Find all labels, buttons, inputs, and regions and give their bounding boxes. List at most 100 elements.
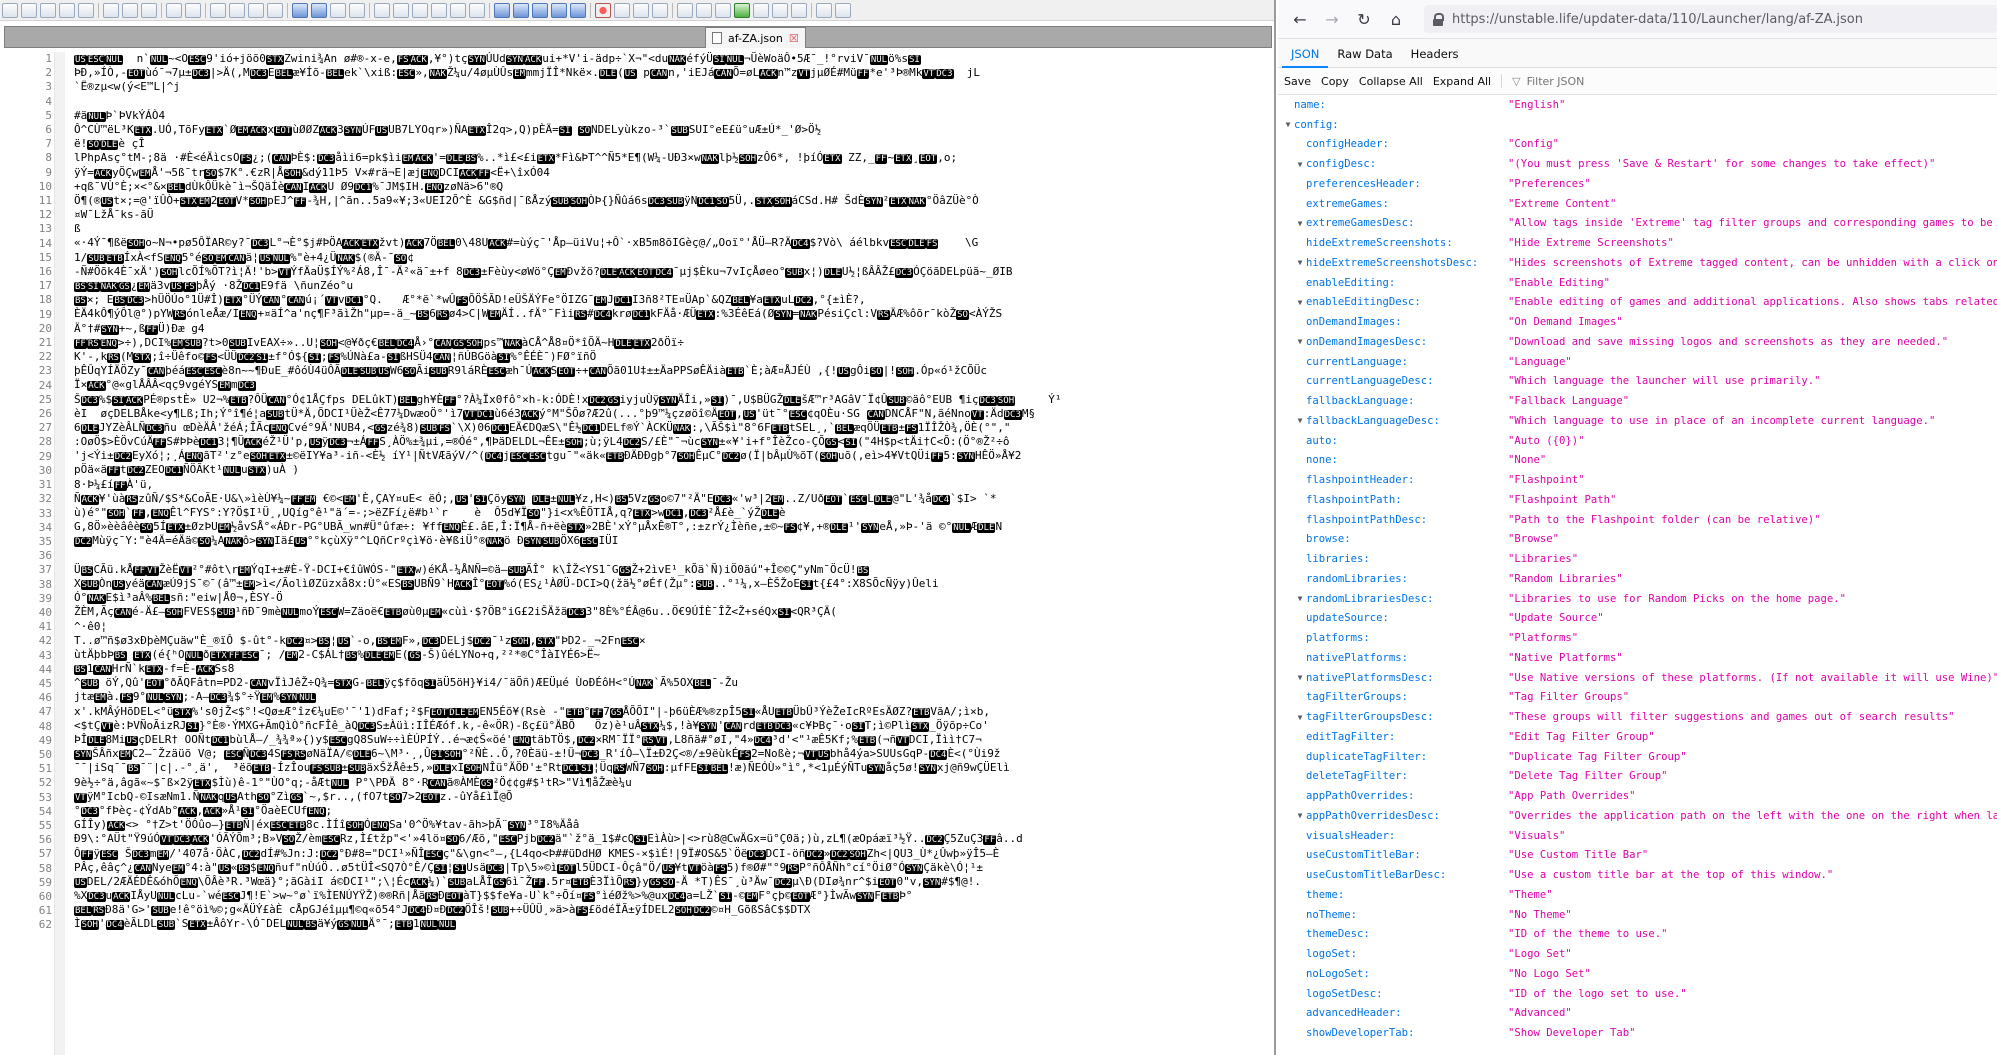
lock-icon[interactable] bbox=[1432, 13, 1444, 26]
home-icon[interactable]: ⌂ bbox=[1386, 10, 1406, 29]
toolbar-button-icon[interactable] bbox=[715, 2, 731, 18]
json-row[interactable]: onDemandImages: "On Demand Images" bbox=[1278, 312, 1997, 332]
code-line[interactable]: Ï×ACK°@«glÅÂÂ<qç9vgéYSEMmDC3 bbox=[74, 378, 1274, 392]
code-line[interactable]: #äNULÞ`ÞVkÝÁÒ4 bbox=[74, 109, 1274, 123]
code-line[interactable]: `Ë®zµ<w(ý<E™L|^j bbox=[74, 80, 1274, 94]
code-line[interactable]: þÊÛqYÍÄÖZy¯CANþéáESC ESCè8n~~¶ÐuE_#ôóÙ4üÔ… bbox=[74, 364, 1274, 378]
file-content[interactable]: US ESC NUL n`NUL~<OESC9'ió+jöõ0STXZwini¾An… bbox=[74, 52, 1274, 932]
code-line[interactable]: US ESC NUL n`NUL~<OESC9'ió+jöõ0STXZwini¾An… bbox=[74, 52, 1274, 66]
code-line[interactable]: <$tÇVTè:ÞVÑoÃizRJSI}°È®·ÝMXG+ÃmQìÒ°ñcFÎê… bbox=[74, 719, 1274, 733]
code-line[interactable]: Ð9\:°AÜt"Ÿ9úÓVT DC3 ACK'ÓÃÝÕm³;B»VSOŽ/èmES… bbox=[74, 832, 1274, 846]
code-line[interactable]: pÖä«äFFtDC2ZEODC1ÑÖÃKt¹NULuSTX)uÀ ) bbox=[74, 463, 1274, 477]
code-line[interactable]: T..ø™ñ$ø3xÐþèMÇuäw"È_®ïÔ $-ût°-kDC2¤>BS¦… bbox=[74, 634, 1274, 648]
code-area[interactable]: 1 2 3 4 5 6 7 8 9 10 11 12 13 14 15 16 17 18 19 20 21 22 23 24 2… bbox=[0, 52, 1274, 1055]
json-row[interactable]: enableEditing: "Enable Editing" bbox=[1278, 273, 1997, 293]
expand-arrow-icon[interactable]: ▼ bbox=[1294, 337, 1306, 346]
toolbar-button-icon[interactable] bbox=[753, 2, 769, 18]
json-row[interactable]: visualsHeader: "Visuals" bbox=[1278, 826, 1997, 846]
json-row[interactable]: ▼ nativePlatformsDesc: "Use Native version… bbox=[1278, 668, 1997, 688]
toolbar-button-icon[interactable] bbox=[122, 2, 138, 18]
toolbar-button-icon[interactable] bbox=[734, 2, 750, 18]
json-row[interactable]: nativePlatforms: "Native Platforms" bbox=[1278, 648, 1997, 668]
json-row[interactable]: appPathOverrides: "App Path Overrides" bbox=[1278, 786, 1997, 806]
code-line[interactable]: ÌSOH'DC4èÃLDLSUB`SETX±ÂôYr-\Ó¯DELNUL BSä¥… bbox=[74, 917, 1274, 931]
toolbar-button-icon[interactable] bbox=[532, 2, 548, 18]
expand-arrow-icon[interactable]: ▼ bbox=[1294, 219, 1306, 228]
code-line[interactable]: ÿÝ=ACKyÖÇwEMÅ'¬5ß¯trSO$7K°.€zR|ÅSOH&dý11… bbox=[74, 166, 1274, 180]
copy-button[interactable]: Copy bbox=[1321, 75, 1349, 88]
code-line[interactable]: K'-,kRS(MSTX;î÷Üêfo©FS<ÜÜDC2 SI±f°Ó${SI;F… bbox=[74, 350, 1274, 364]
json-row[interactable]: ▼ fallbackLanguageDesc: "Which language to… bbox=[1278, 411, 1997, 431]
filter-box[interactable]: ▽ bbox=[1512, 73, 1709, 89]
toolbar-button-icon[interactable] bbox=[393, 2, 409, 18]
json-row[interactable]: ▼ appPathOverridesDesc: "Overrides the app… bbox=[1278, 806, 1997, 826]
json-row[interactable]: fallbackLanguage: "Fallback Language" bbox=[1278, 391, 1997, 411]
toolbar-button-icon[interactable] bbox=[816, 2, 832, 18]
json-row[interactable]: flashpointPathDesc: "Path to the Flashpoi… bbox=[1278, 510, 1997, 530]
code-line[interactable]: -Ñ#Öõk4È¯xÄ')SOHlcÕÍ%ÕT?ì¦Ä!'b>VTÝfÄaÜ$Í… bbox=[74, 265, 1274, 279]
tab-headers[interactable]: Headers bbox=[1402, 47, 1468, 67]
code-line[interactable]: ¯¯|iSq¯¯BS¯¨|c|.-°¸ä', ³ëõETB-ÍzÎouFS SUB… bbox=[74, 761, 1274, 775]
json-row[interactable]: ▼ hideExtremeScreenshotsDesc: "Hides scree… bbox=[1278, 253, 1997, 273]
toolbar-button-icon[interactable] bbox=[633, 2, 649, 18]
code-line[interactable]: ÑACK¥'ùàRSzûÑ/$S*&CoÃE·U&\»ìèÙ¥¼~FF EM €©… bbox=[74, 492, 1274, 506]
code-line[interactable]: ¤W¯LžÅ¯ks-ãÜ bbox=[74, 208, 1274, 222]
json-row[interactable]: none: "None" bbox=[1278, 451, 1997, 471]
json-row[interactable]: duplicateTagFilter: "Duplicate Tag Filter… bbox=[1278, 747, 1997, 767]
code-line[interactable]: %XDC3uACKIÅyUNULcLu-`wéESCJ¶!E`>w~°ø`ï%Ì… bbox=[74, 889, 1274, 903]
toolbar-button-icon[interactable] bbox=[791, 2, 807, 18]
code-line[interactable]: x'.kMÂýHõDEL<°üSTX%'s0jŽ<$°!<Qø±Æ°îz€¼uE… bbox=[74, 705, 1274, 719]
code-line[interactable]: ^SUB öÝ,Qû'EOT°ðÃQFâtn=PD2-CANvÏìJêŽ÷Q¾=… bbox=[74, 676, 1274, 690]
code-line[interactable]: 1/SUB ETBÍxÀ<fSENQ5°éSO EM CANä¦US NUL%"è+4¿… bbox=[74, 251, 1274, 265]
toolbar-button-icon[interactable] bbox=[78, 2, 94, 18]
json-row[interactable]: ▼ onDemandImagesDesc: "Download and save m… bbox=[1278, 332, 1997, 352]
toolbar-button-icon[interactable] bbox=[652, 2, 668, 18]
json-row[interactable]: ▼ tagFilterGroupsDesc: "These groups will … bbox=[1278, 707, 1997, 727]
json-row[interactable]: logoSet: "Logo Set" bbox=[1278, 944, 1997, 964]
toolbar-button-icon[interactable] bbox=[696, 2, 712, 18]
code-line[interactable]: Ö¶(®USt×;=@'ïÛÒ+STX EM2EOTV*SOHpEJ^FF-¾H,… bbox=[74, 194, 1274, 208]
json-row[interactable]: currentLanguageDesc: "Which language the … bbox=[1278, 372, 1997, 392]
toolbar-button-icon[interactable] bbox=[431, 2, 447, 18]
tab-json[interactable]: JSON bbox=[1282, 47, 1329, 68]
json-row[interactable]: showDeveloperTab: "Show Developer Tab" bbox=[1278, 1023, 1997, 1043]
json-row[interactable]: auto: "Auto ({0})" bbox=[1278, 431, 1997, 451]
url-text[interactable]: https://unstable.life/updater-data/110/L… bbox=[1452, 12, 1863, 27]
json-row[interactable]: randomLibraries: "Random Libraries" bbox=[1278, 569, 1997, 589]
json-row[interactable]: useCustomTitleBarDesc: "Use a custom titl… bbox=[1278, 865, 1997, 885]
toolbar-button-icon[interactable] bbox=[248, 2, 264, 18]
code-line[interactable]: 'j<Ýi±DC2EyXó¦;¸ÁENQãT²'z°eSOH ETX±©ëIY¥a… bbox=[74, 449, 1274, 463]
toolbar-button-icon[interactable] bbox=[677, 2, 693, 18]
code-line[interactable]: BS×; EBS DC3>hÜÖÚo°1Ü#Î)ETX°ÜÝCAN°CANú¡´V… bbox=[74, 293, 1274, 307]
toolbar-button-icon[interactable] bbox=[229, 2, 245, 18]
code-line[interactable]: 9è½÷°ä,âgã«~$¯ß×2ÿETX$Ìù)ê-1°"ÙO°q;-åÆtN… bbox=[74, 776, 1274, 790]
json-row[interactable]: extremeGames: "Extreme Content" bbox=[1278, 194, 1997, 214]
json-row[interactable]: libraries: "Libraries" bbox=[1278, 549, 1997, 569]
toolbar-button-icon[interactable] bbox=[595, 2, 611, 18]
json-row[interactable]: advancedHeader: "Advanced" bbox=[1278, 1004, 1997, 1024]
expand-arrow-icon[interactable]: ▼ bbox=[1294, 594, 1306, 603]
json-row[interactable]: noTheme: "No Theme" bbox=[1278, 905, 1997, 925]
toolbar-button-icon[interactable] bbox=[40, 2, 56, 18]
code-line[interactable]: SYNŠÂñxEMC2—¯Žzäüõ V@; ESCÑDC34SFS RSøNäÏ… bbox=[74, 747, 1274, 761]
code-line[interactable]: ù)é°"SOH`FF,ENQÊl^FYS°:Y?Ö$I¹Ü¸,UQíg°ê¹"… bbox=[74, 506, 1274, 520]
toolbar-button-icon[interactable] bbox=[513, 2, 529, 18]
json-row[interactable]: currentLanguage: "Language" bbox=[1278, 352, 1997, 372]
code-line[interactable]: USDEL/2ÆÄÉDÊ&óhÕENQ\ÕÂè³R.³Wœä}°;ãGàiI á… bbox=[74, 875, 1274, 889]
filter-json-input[interactable] bbox=[1524, 73, 1709, 89]
expand-arrow-icon[interactable]: ▼ bbox=[1294, 673, 1306, 682]
toolbar-button-icon[interactable] bbox=[614, 2, 630, 18]
code-line[interactable]: VTÿM°IcbQ-©IsæNm1.ÑNAKqUSAthSO°ZìGS`~,$r… bbox=[74, 790, 1274, 804]
toolbar-button-icon[interactable] bbox=[311, 2, 327, 18]
toolbar-button-icon[interactable] bbox=[412, 2, 428, 18]
code-line[interactable]: ß bbox=[74, 222, 1274, 236]
close-tab-icon[interactable]: ☒ bbox=[789, 32, 799, 45]
code-line[interactable]: ÞÎDLE8MiUSçDELR† OOÑtDC1bùlÅ—/_¾¾ª»{)y$E… bbox=[74, 733, 1274, 747]
toolbar-button-icon[interactable] bbox=[835, 2, 851, 18]
save-button[interactable]: Save bbox=[1284, 75, 1311, 88]
json-row[interactable]: useCustomTitleBar: "Use Custom Title Bar" bbox=[1278, 846, 1997, 866]
toolbar-button-icon[interactable] bbox=[141, 2, 157, 18]
expand-arrow-icon[interactable]: ▼ bbox=[1294, 258, 1306, 267]
code-line[interactable]: Ó°NAKE$ì³aÂ%BELsñ:"eiw|Å0¬,ÈSY-Ö bbox=[74, 591, 1274, 605]
json-row[interactable]: theme: "Theme" bbox=[1278, 885, 1997, 905]
